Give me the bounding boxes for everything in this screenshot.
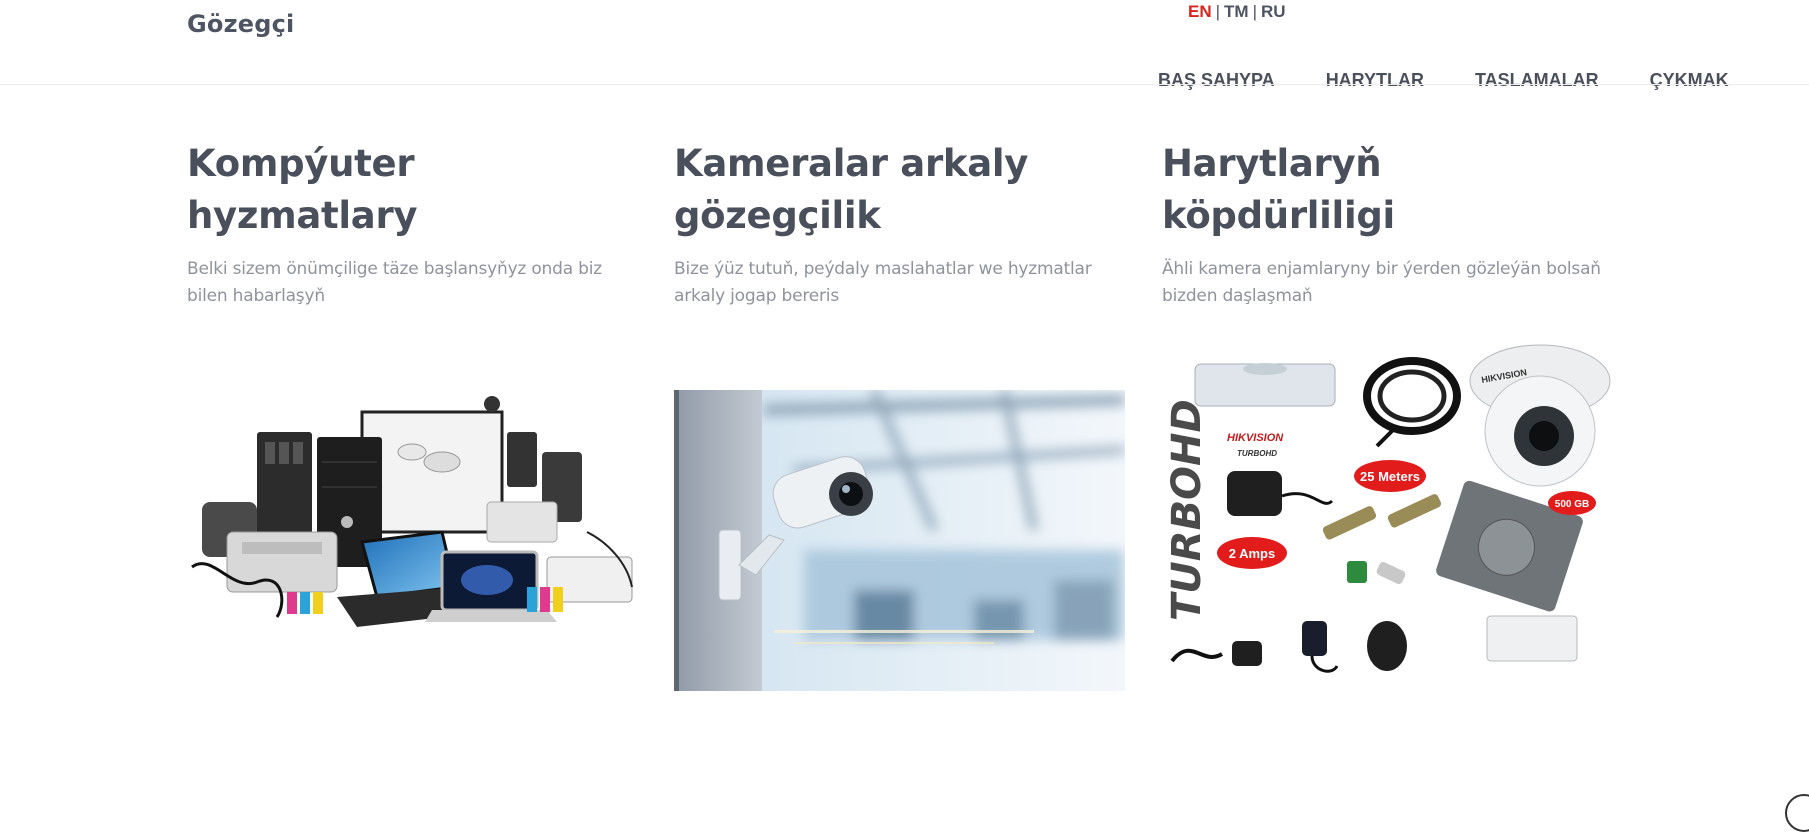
feature-computer-services: Kompýuter hyzmatlary Belki sizem önümçil…	[187, 138, 637, 310]
language-tm[interactable]: TM	[1224, 2, 1249, 21]
turbohd-small-label: TURBOHD	[1237, 449, 1277, 458]
computer-equipment-image	[187, 392, 637, 632]
feature-text: Ähli kamera enjamlaryny bir ýerden gözle…	[1162, 259, 1601, 306]
feature-product-variety: Harytlaryň köpdürliligi Ähli kamera enja…	[1162, 138, 1612, 310]
hikvision-label: HIKVISION	[1227, 432, 1284, 444]
nav-products[interactable]: HARYTLAR	[1326, 70, 1424, 91]
feature-title: Kompýuter hyzmatlary	[187, 142, 418, 237]
nav-logout[interactable]: ÇYKMAK	[1650, 70, 1729, 91]
language-en[interactable]: EN	[1188, 2, 1212, 21]
language-separator: |	[1215, 2, 1221, 21]
brand-logo[interactable]: Gözegçi	[187, 10, 294, 38]
language-switcher: EN | TM | RU	[1188, 2, 1286, 22]
cctv-kit-image: TURBOHD HIKVISION TURBOHD 25 Meters HIKV…	[1162, 336, 1612, 686]
feature-title: Harytlaryň köpdürliligi	[1162, 142, 1395, 237]
feature-title: Kameralar arkaly gözegçilik	[674, 142, 1029, 237]
feature-text: Bize ýüz tutuň, peýdaly maslahatlar we h…	[674, 259, 1092, 306]
power-badge: 2 Amps	[1229, 546, 1275, 561]
nav-projects[interactable]: TASLAMALAR	[1475, 70, 1599, 91]
cable-length-badge: 25 Meters	[1360, 469, 1420, 484]
feature-text: Belki sizem önümçilige täze başlansyňyz …	[187, 259, 602, 306]
language-ru[interactable]: RU	[1261, 2, 1286, 21]
security-camera-image	[674, 388, 1126, 691]
main-nav: BAŞ SAHYPA HARYTLAR TASLAMALAR ÇYKMAK	[1158, 70, 1729, 91]
nav-home[interactable]: BAŞ SAHYPA	[1158, 70, 1275, 91]
header-divider	[0, 84, 1809, 85]
feature-camera-surveillance: Kameralar arkaly gözegçilik Bize ýüz tut…	[674, 138, 1124, 310]
language-separator: |	[1252, 2, 1258, 21]
hdd-capacity-badge: 500 GB	[1555, 499, 1589, 510]
chat-widget-button[interactable]	[1785, 794, 1809, 832]
turbohd-vertical-text: TURBOHD	[1164, 399, 1210, 621]
